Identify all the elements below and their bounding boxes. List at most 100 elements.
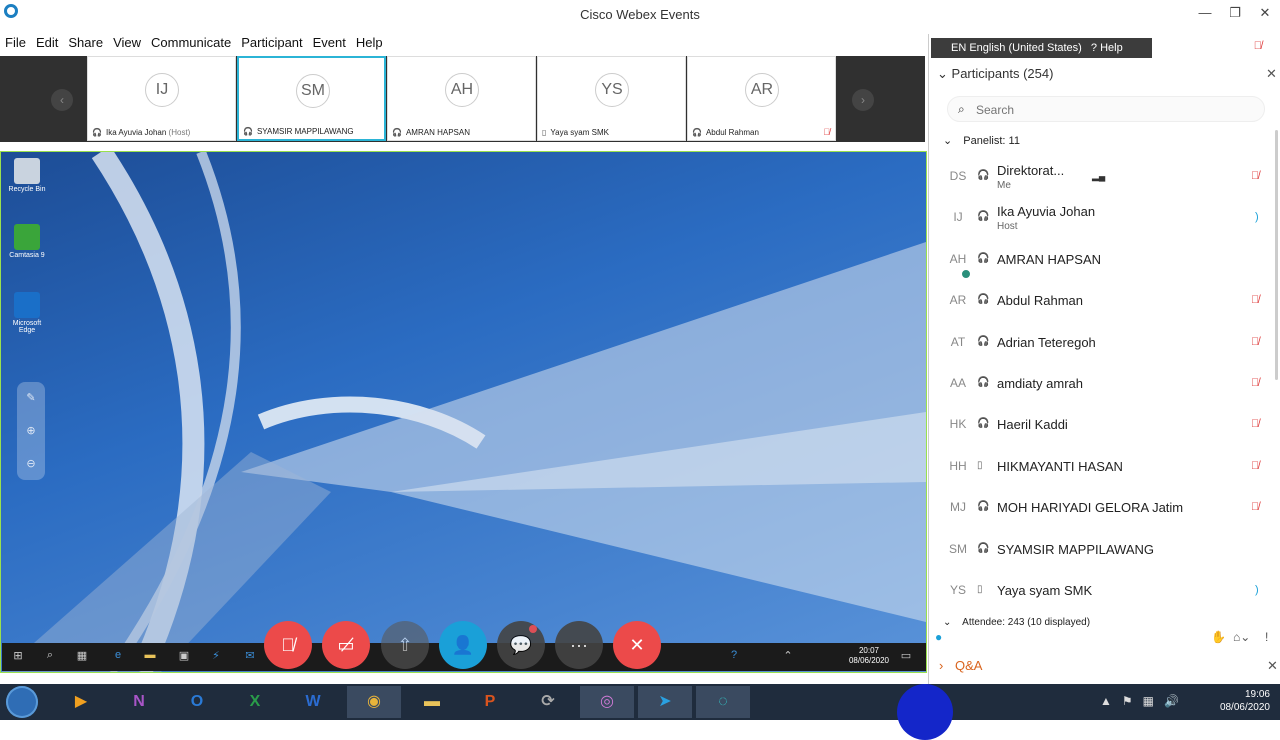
strip-prev-button[interactable]: ‹ <box>51 89 73 111</box>
list-item[interactable]: MJ 🎧 MOH HARIYADI GELORA Jatim 🎙̸ <box>929 488 1275 529</box>
shared-screen[interactable]: Recycle Bin Camtasia 9 Microsoft Edge ✎ … <box>0 151 927 673</box>
chevron-down-icon: ⌄ <box>943 135 953 147</box>
qa-header[interactable]: › Q&A ✕ <box>939 658 1278 673</box>
language-bar[interactable]: EN English (United States) ? Help <box>931 38 1152 58</box>
participant-name: HIKMAYANTI HASAN <box>997 458 1123 474</box>
participant-name: Abdul Rahman <box>997 293 1083 309</box>
participant-name: Haeril Kaddi <box>997 417 1068 433</box>
file-explorer-icon[interactable]: ▬ <box>405 686 459 718</box>
webex-icon[interactable]: ◌ <box>696 686 750 718</box>
panel-scrollbar[interactable] <box>1275 130 1278 380</box>
tile-role: (Host) <box>168 128 191 137</box>
participants-header[interactable]: ⌄ Participants (254) ✕ <box>937 66 1277 82</box>
app-icon: ⚡ <box>212 650 220 662</box>
headset-icon: 🎧 <box>977 501 990 513</box>
close-panel-button[interactable]: ✕ <box>1266 66 1277 82</box>
video-tile-active[interactable]: SM 🎧 SYAMSIR MAPPILAWANG <box>237 56 386 141</box>
menu-share[interactable]: Share <box>63 33 108 53</box>
recycle-bin-icon[interactable]: Recycle Bin <box>7 158 47 193</box>
share-button[interactable]: ⇧ <box>381 621 429 669</box>
video-tile[interactable]: IJ 🎧 Ika Ayuvia Johan (Host) <box>87 56 236 141</box>
taskbar-clock[interactable]: 19:06 08/06/2020 <box>1220 688 1270 714</box>
annotate-icon[interactable]: ✎ <box>17 382 45 415</box>
list-item[interactable]: YS ▯ Yaya syam SMK ) <box>929 571 1275 612</box>
minimize-button[interactable]: — <box>1190 0 1220 28</box>
headset-icon: 🎧 <box>977 418 990 430</box>
close-qa-button[interactable]: ✕ <box>1267 658 1278 674</box>
app-icon[interactable]: ⟳ <box>521 686 575 718</box>
participant-name: AMRAN HAPSAN <box>997 251 1102 267</box>
menu-help[interactable]: Help <box>351 33 388 53</box>
volume-icon[interactable]: 🔊 <box>1164 694 1179 708</box>
participant-name: MOH HARIYADI GELORA Jatim <box>997 500 1184 516</box>
feedback-icon[interactable]: ⌂⌄ <box>1233 630 1250 644</box>
system-tray: ▲ ⚑ ▦ 🔊 <box>1100 694 1179 708</box>
search-input[interactable] <box>976 101 1256 119</box>
panelist-section-header[interactable]: ⌄ Panelist: 11 <box>943 134 1020 147</box>
chevron-up-icon[interactable]: ▲ <box>1100 694 1112 708</box>
camtasia-icon[interactable]: ◎ <box>580 686 634 718</box>
list-item[interactable]: AA 🎧 amdiaty amrah 🎙̸ <box>929 364 1275 405</box>
chrome-icon[interactable]: ◉ <box>347 686 401 718</box>
video-tile[interactable]: YS ▯ Yaya syam SMK <box>537 56 686 141</box>
notification-icon: ▭ <box>900 650 912 662</box>
video-tile[interactable]: AH 🎧 AMRAN HAPSAN <box>387 56 536 141</box>
muted-mic-icon[interactable]: 🎙̸ <box>1254 40 1262 52</box>
list-item[interactable]: IJ 🎧 Ika Ayuvia Johan Host ) <box>929 198 1275 239</box>
close-button[interactable]: ✕ <box>1250 0 1280 28</box>
flag-icon[interactable]: ⚑ <box>1122 694 1133 708</box>
avatar: HH <box>949 458 967 473</box>
list-item[interactable]: AR 🎧 Abdul Rahman 🎙̸ <box>929 281 1275 322</box>
menu-event[interactable]: Event <box>308 33 351 53</box>
bridge-wallpaper-image <box>1 152 926 672</box>
camtasia-icon[interactable]: Camtasia 9 <box>7 224 47 259</box>
panelist-count: Panelist: 11 <box>963 135 1020 147</box>
chat-button[interactable]: 💬 <box>497 621 545 669</box>
more-options-button[interactable]: ··· <box>555 621 603 669</box>
telegram-icon[interactable]: ➤ <box>638 686 692 718</box>
menu-participant[interactable]: Participant <box>236 33 307 53</box>
word-icon[interactable]: W <box>286 686 340 718</box>
zoom-out-icon[interactable]: ⊖ <box>17 448 45 481</box>
attendee-section-header[interactable]: ⌄ Attendee: 243 (10 displayed) <box>943 617 1090 628</box>
menu-communicate[interactable]: Communicate <box>146 33 236 53</box>
excel-icon[interactable]: X <box>228 686 282 718</box>
language-label: EN English (United States) <box>951 42 1082 54</box>
participants-button[interactable]: 👤 <box>439 621 487 669</box>
store-icon: ▣ <box>178 650 190 662</box>
list-item[interactable]: HH ▯ HIKMAYANTI HASAN 🎙̸ <box>929 447 1275 488</box>
video-tile[interactable]: AR 🎧 Abdul Rahman 🎙̸ <box>687 56 836 141</box>
menu-edit[interactable]: Edit <box>31 33 63 53</box>
mute-button[interactable]: 🎙̸ <box>264 621 312 669</box>
outlook-icon[interactable]: O <box>170 686 224 718</box>
network-icon[interactable]: ▦ <box>1143 694 1154 708</box>
onenote-icon[interactable]: N <box>112 686 166 718</box>
help-link[interactable]: ? Help <box>1091 42 1123 54</box>
stop-video-button[interactable]: ▭̸ <box>322 621 370 669</box>
leave-button[interactable]: ✕ <box>613 621 661 669</box>
media-player-icon[interactable]: ▶ <box>54 686 108 718</box>
list-item[interactable]: SM 🎧 SYAMSIR MAPPILAWANG <box>929 530 1275 571</box>
menu-file[interactable]: File <box>0 33 31 53</box>
strip-next-button[interactable]: › <box>852 89 874 111</box>
edge-icon[interactable]: Microsoft Edge <box>7 292 47 334</box>
muted-mic-icon: 🎙̸ <box>1251 376 1260 389</box>
start-button[interactable] <box>6 686 38 718</box>
list-item[interactable]: DS 🎧 Direktorat... Me ▂▄ 🎙̸ <box>929 157 1275 198</box>
list-item[interactable]: HK 🎧 Haeril Kaddi 🎙̸ <box>929 405 1275 446</box>
raise-hand-icon[interactable]: ✋ <box>1211 630 1226 644</box>
menu-view[interactable]: View <box>108 33 146 53</box>
search-box[interactable]: ⌕ <box>947 96 1265 122</box>
list-item[interactable]: AH 🎧 AMRAN HAPSAN <box>929 240 1275 281</box>
headset-icon: 🎧 <box>243 127 253 136</box>
avatar: IJ <box>953 210 963 225</box>
alert-icon[interactable]: ! <box>1265 630 1268 644</box>
windows-taskbar: ▶ N O X W ◉ ▬ P ⟳ ◎ ➤ ◌ ▲ ⚑ ▦ 🔊 19:06 08… <box>0 684 1280 720</box>
webex-status-icon[interactable]: ● <box>935 630 942 644</box>
zoom-in-icon[interactable]: ⊕ <box>17 415 45 448</box>
list-item[interactable]: AT 🎧 Adrian Teteregoh 🎙̸ <box>929 323 1275 364</box>
powerpoint-icon[interactable]: P <box>463 686 517 718</box>
avatar: IJ <box>145 73 179 107</box>
restore-button[interactable]: ❐ <box>1220 0 1250 28</box>
online-status-icon <box>961 268 971 279</box>
